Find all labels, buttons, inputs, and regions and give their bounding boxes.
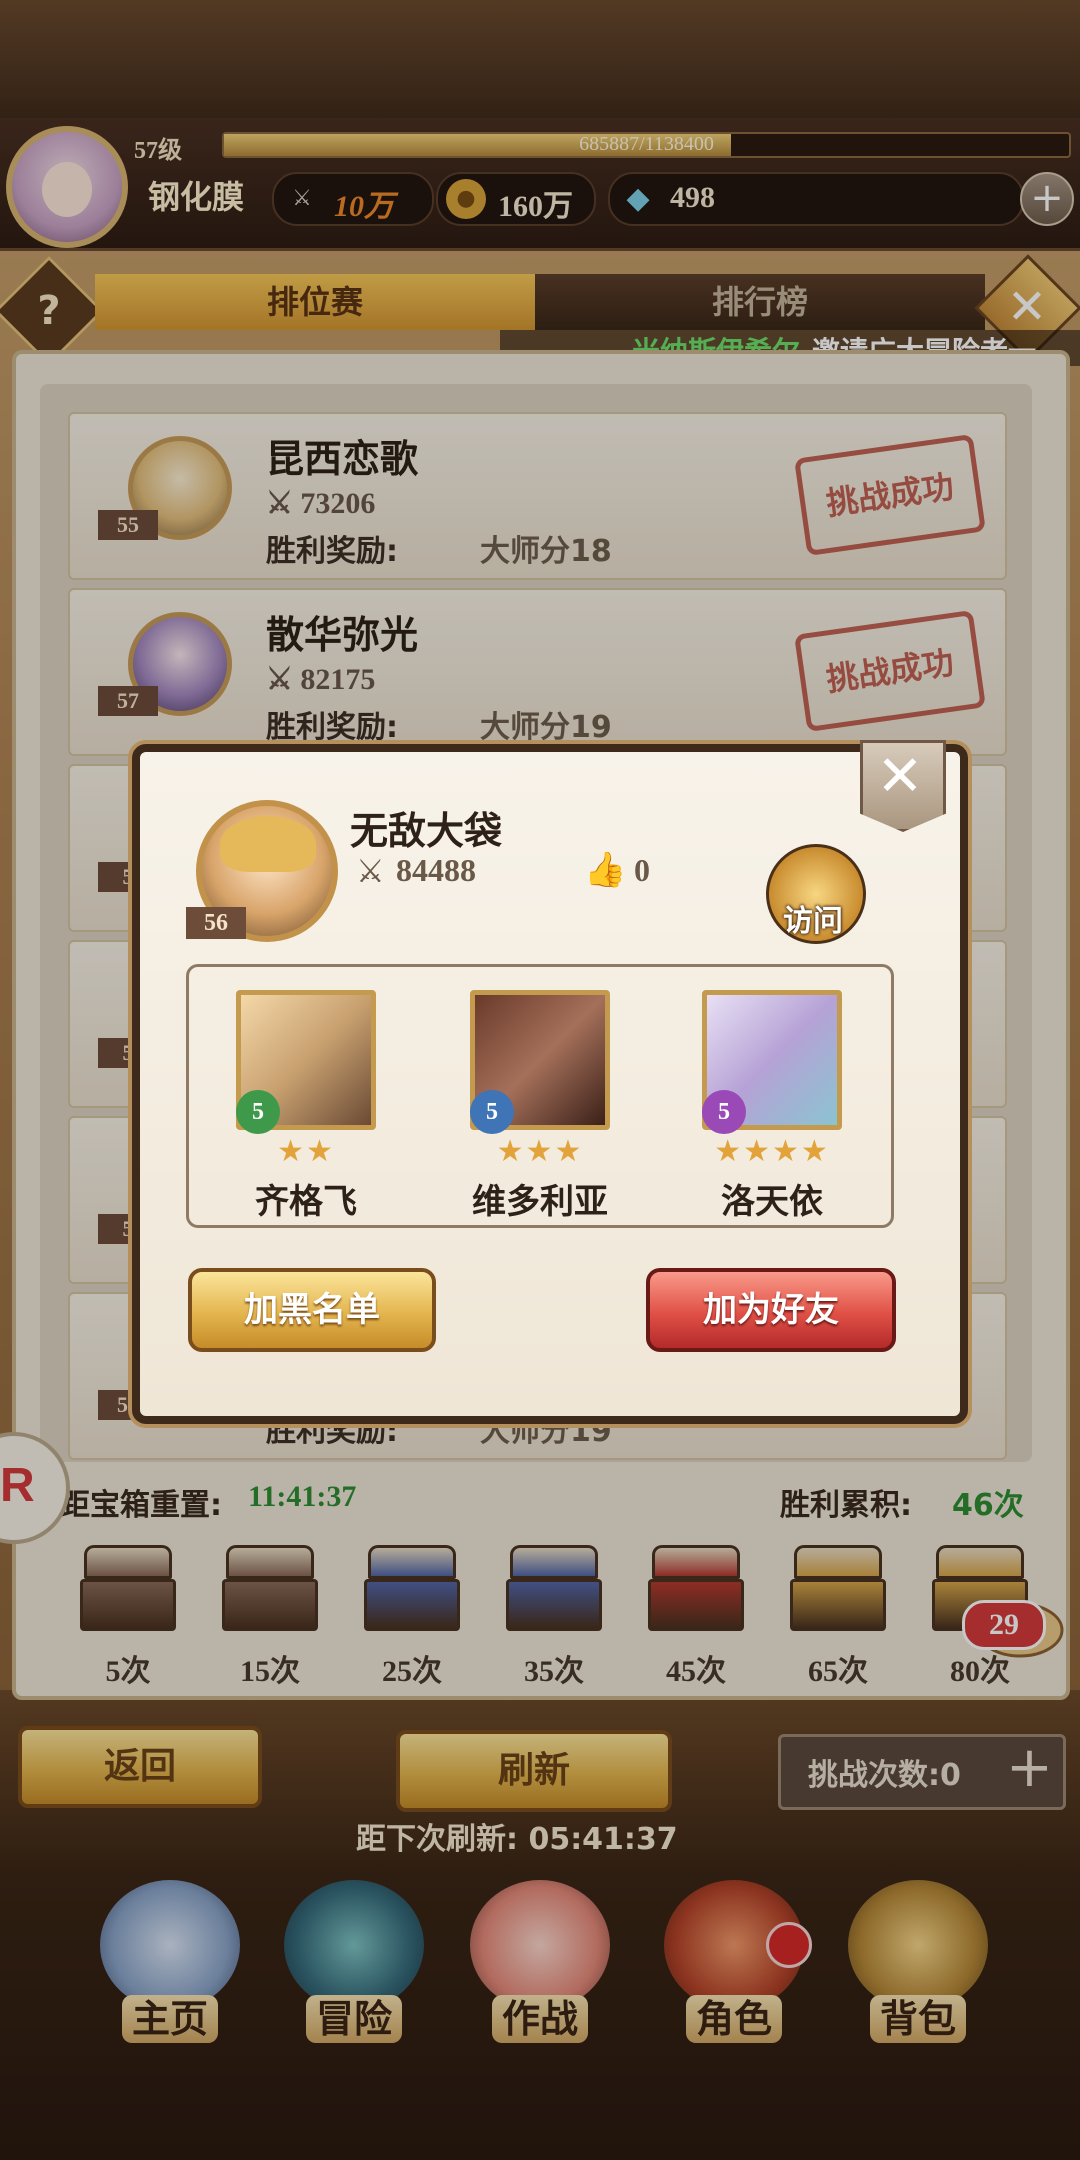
hero-stars: ★★: [277, 1134, 335, 1169]
thumbs-up-icon[interactable]: 👍: [584, 850, 626, 890]
hero-stars: ★★★: [496, 1134, 584, 1169]
visit-label: 访问: [783, 904, 843, 939]
add-friend-button[interactable]: 加为好友: [646, 1268, 896, 1352]
hero-stars: ★★★★: [714, 1134, 830, 1169]
opponent-power: 84488: [396, 852, 476, 888]
opponent-name: 无敌大袋: [350, 809, 503, 853]
like-count: 0: [634, 852, 650, 888]
opponent-level: 56: [186, 907, 246, 939]
hero-rank-badge: 5: [702, 1090, 746, 1134]
blacklist-button[interactable]: 加黑名单: [188, 1268, 436, 1352]
crossed-swords-icon: ⚔: [356, 852, 385, 890]
close-icon: ✕: [876, 744, 924, 809]
hero-name: 维多利亚: [472, 1182, 608, 1222]
hero-name: 齐格飞: [255, 1182, 357, 1222]
hero-rank-badge: 5: [470, 1090, 514, 1134]
hero-rank-badge: 5: [236, 1090, 280, 1134]
hero-name: 洛天依: [721, 1182, 823, 1222]
